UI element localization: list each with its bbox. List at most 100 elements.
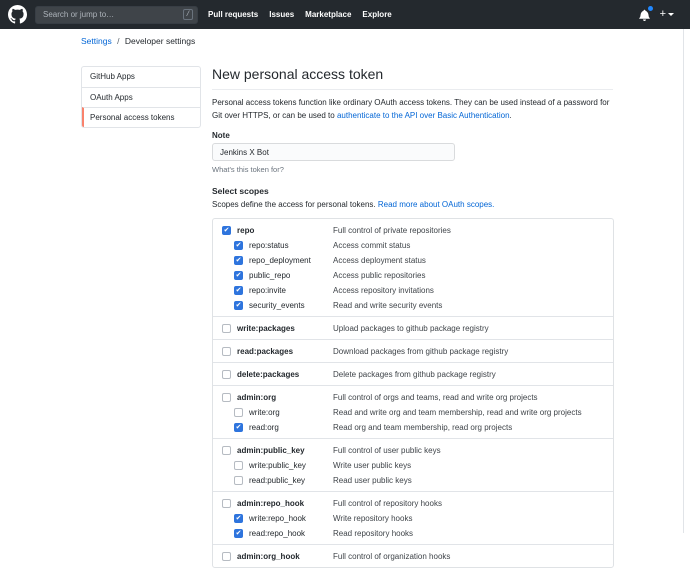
scope-checkbox-delete-packages[interactable] [222,370,231,379]
scope-checkbox-write-public-key[interactable] [234,461,243,470]
header-nav-issues[interactable]: Issues [269,10,294,19]
scope-description: Access public repositories [333,271,425,280]
scope-row-admin-org-hook: admin:org_hookFull control of organizati… [213,548,613,564]
sidebar-item-personal-access-tokens[interactable]: Personal access tokens [82,107,200,127]
scope-name-label: read:packages [237,347,293,356]
scope-checkbox-write-repo-hook[interactable] [234,514,243,523]
scope-name-label: read:org [249,423,279,432]
scope-name-label: delete:packages [237,370,299,379]
scope-checkbox-write-packages[interactable] [222,324,231,333]
scope-group: admin:org_hookFull control of organizati… [213,544,613,567]
scope-checkbox-repo-status[interactable] [234,241,243,250]
scope-checkbox-admin-org[interactable] [222,393,231,402]
notifications-button[interactable] [639,9,650,21]
caret-down-icon [668,13,674,16]
scope-description: Write repository hooks [333,514,412,523]
scope-name-label: admin:public_key [237,446,305,455]
scope-checkbox-admin-public-key[interactable] [222,446,231,455]
scope-left-cell: read:public_key [222,476,333,485]
scope-checkbox-repo-deployment[interactable] [234,256,243,265]
scope-row-write-public-key: write:public_key Write user public keys [213,458,613,473]
note-label: Note [212,131,613,140]
scope-left-cell: delete:packages [222,370,333,379]
scope-row-write-repo-hook: write:repo_hook Write repository hooks [213,511,613,526]
scope-checkbox-read-public-key[interactable] [234,476,243,485]
search-placeholder: Search or jump to… [43,10,114,19]
scope-checkbox-admin-repo-hook[interactable] [222,499,231,508]
main-panel: New personal access token Personal acces… [212,66,613,568]
scope-name-label: write:public_key [249,461,306,470]
sidebar-item-github-apps[interactable]: GitHub Apps [82,67,200,87]
header-nav-pull-requests[interactable]: Pull requests [208,10,258,19]
scope-description: Write user public keys [333,461,411,470]
scope-checkbox-write-org[interactable] [234,408,243,417]
scope-left-cell: read:repo_hook [222,529,333,538]
scope-checkbox-read-packages[interactable] [222,347,231,356]
scope-checkbox-read-repo-hook[interactable] [234,529,243,538]
scope-name-label: write:org [249,408,280,417]
scope-name-label: write:packages [237,324,295,333]
scope-description: Full control of private repositories [333,226,451,235]
scope-name-label: security_events [249,301,305,310]
scope-name-label: admin:org [237,393,276,402]
scope-left-cell: admin:org_hook [222,552,333,561]
scope-left-cell: repo:status [222,241,333,250]
scope-name-label: admin:org_hook [237,552,300,561]
scope-checkbox-repo-invite[interactable] [234,286,243,295]
scope-name-label: repo [237,226,254,235]
scope-checkbox-read-org[interactable] [234,423,243,432]
header-nav-marketplace[interactable]: Marketplace [305,10,351,19]
scope-group: repo Full control of private repositories… [213,219,613,316]
scope-description: Access repository invitations [333,286,434,295]
scope-row-write-org: write:org Read and write org and team mem… [213,405,613,420]
scope-checkbox-public-repo[interactable] [234,271,243,280]
scope-left-cell: write:packages [222,324,333,333]
github-logo[interactable] [8,5,27,24]
scope-left-cell: security_events [222,301,333,310]
scope-left-cell: admin:public_key [222,446,333,455]
sidebar-menu: GitHub AppsOAuth AppsPersonal access tok… [81,66,201,128]
scope-checkbox-security-events[interactable] [234,301,243,310]
basic-auth-link[interactable]: authenticate to the API over Basic Authe… [337,111,510,120]
header-nav: Pull requests Issues Marketplace Explore [208,10,392,19]
github-octocat-icon [8,5,27,24]
scope-checkbox-admin-org-hook[interactable] [222,552,231,561]
scope-left-cell: repo_deployment [222,256,333,265]
header: Search or jump to… / Pull requests Issues… [0,0,690,29]
scopes-desc-text: Scopes define the access for personal to… [212,200,378,209]
scope-name-label: write:repo_hook [249,514,306,523]
scope-row-public-repo: public_repoAccess public repositories [213,268,613,283]
unread-notification-dot [648,6,653,11]
sidebar-item-oauth-apps[interactable]: OAuth Apps [82,87,200,107]
breadcrumb: Settings / Developer settings [81,36,195,46]
scope-description: Read and write security events [333,301,442,310]
scope-description: Download packages from github package re… [333,347,508,356]
search-input[interactable]: Search or jump to… / [35,6,198,24]
scope-row-read-public-key: read:public_keyRead user public keys [213,473,613,488]
scope-description: Read and write org and team membership, … [333,408,582,417]
scope-name-label: repo:invite [249,286,286,295]
scope-name-label: repo:status [249,241,289,250]
scope-description: Upload packages to github package regist… [333,324,489,333]
note-input[interactable] [212,143,455,161]
scope-row-read-repo-hook: read:repo_hook Read repository hooks [213,526,613,541]
scope-left-cell: repo:invite [222,286,333,295]
scope-row-admin-repo-hook: admin:repo_hookFull control of repositor… [213,495,613,511]
scope-row-write-packages: write:packages Upload packages to github … [213,320,613,336]
scope-row-repo-invite: repo:invite Access repository invitations [213,283,613,298]
create-new-dropdown[interactable]: + [660,9,674,20]
scope-name-label: read:public_key [249,476,305,485]
scope-description: Read repository hooks [333,529,413,538]
scope-row-delete-packages: delete:packagesDelete packages from gith… [213,366,613,382]
scope-row-read-packages: read:packages Download packages from gith… [213,343,613,359]
scope-name-label: read:repo_hook [249,529,305,538]
scope-checkbox-repo[interactable] [222,226,231,235]
scope-group: admin:orgFull control of orgs and teams,… [213,385,613,438]
breadcrumb-settings-link[interactable]: Settings [81,36,112,46]
select-scopes-label: Select scopes [212,186,613,196]
oauth-scopes-link[interactable]: Read more about OAuth scopes. [378,200,495,209]
scope-name-label: repo_deployment [249,256,311,265]
scope-left-cell: read:packages [222,347,333,356]
header-nav-explore[interactable]: Explore [362,10,391,19]
scope-group: read:packages Download packages from gith… [213,339,613,362]
